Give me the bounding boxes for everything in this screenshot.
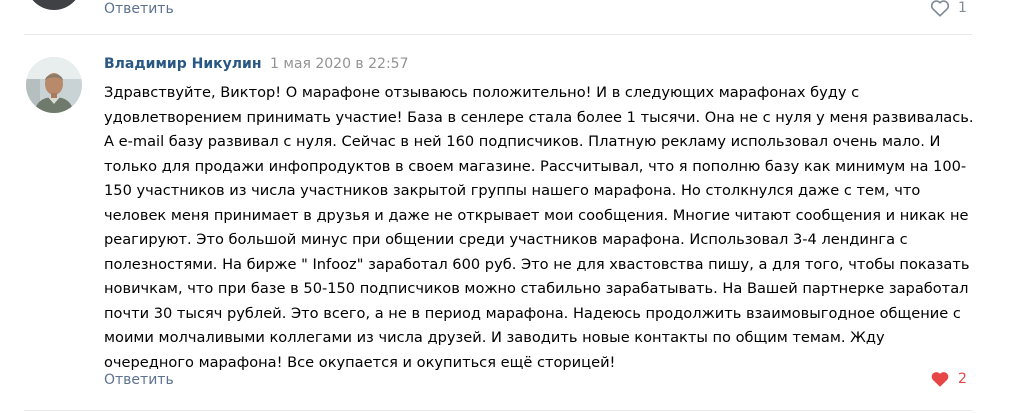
avatar[interactable] (26, 57, 82, 113)
avatar-photo (26, 57, 82, 113)
previous-comment-avatar[interactable] (26, 0, 82, 10)
previous-comment-like-button[interactable]: 1 (930, 0, 967, 17)
like-button[interactable]: 2 (930, 370, 967, 388)
like-count: 2 (958, 371, 967, 387)
comment-text-line: А e-mail базу развивал с нуля. Сейчас в … (104, 133, 941, 150)
comment-text-line: очередного марафона! Все окупается и оку… (104, 353, 616, 371)
previous-comment-reply-link[interactable]: Ответить (104, 1, 174, 17)
previous-comment-like-count: 1 (958, 0, 967, 16)
comment-separator (24, 34, 972, 35)
heart-outline-icon (930, 0, 950, 17)
comment-text-line: Здравствуйте, Виктор! О марафоне отзываю… (104, 84, 860, 101)
comment-text-line: реагируют. Это большой минус при общении… (104, 231, 908, 248)
comment-text-line: только для продажи инфопродуктов в своем… (104, 157, 967, 175)
heart-filled-icon (931, 372, 949, 387)
comment-date[interactable]: 1 мая 2020 в 22:57 (270, 56, 409, 72)
comment-separator (24, 410, 972, 411)
comments-page: Ответить 1 Владимир Никулин 1 мая 2020 в… (0, 0, 1020, 413)
comment-text-line: 150 участников из числа участников закры… (104, 182, 921, 199)
comment-text-line: почти 30 тысяч рублей. Это всего, а не в… (104, 304, 961, 322)
comment-text: Здравствуйте, Виктор! О марафоне отзываю… (104, 81, 974, 375)
reply-link[interactable]: Ответить (104, 372, 174, 388)
comment-text-line: новичкам, что при базе в 50-150 подписчи… (104, 280, 969, 297)
comment-header: Владимир Никулин 1 мая 2020 в 22:57 (104, 56, 408, 72)
comment-text-line: полезностями. На бирже " Infooz" заработ… (104, 255, 970, 273)
comment-text-line: человек меня принимает в друзья и даже н… (104, 206, 969, 224)
comment-text-line: моими молчаливыми коллегами из числа дру… (104, 329, 885, 346)
comment-author[interactable]: Владимир Никулин (104, 56, 262, 72)
comment-text-line: удовлетворением принимать участие! База … (104, 108, 974, 126)
